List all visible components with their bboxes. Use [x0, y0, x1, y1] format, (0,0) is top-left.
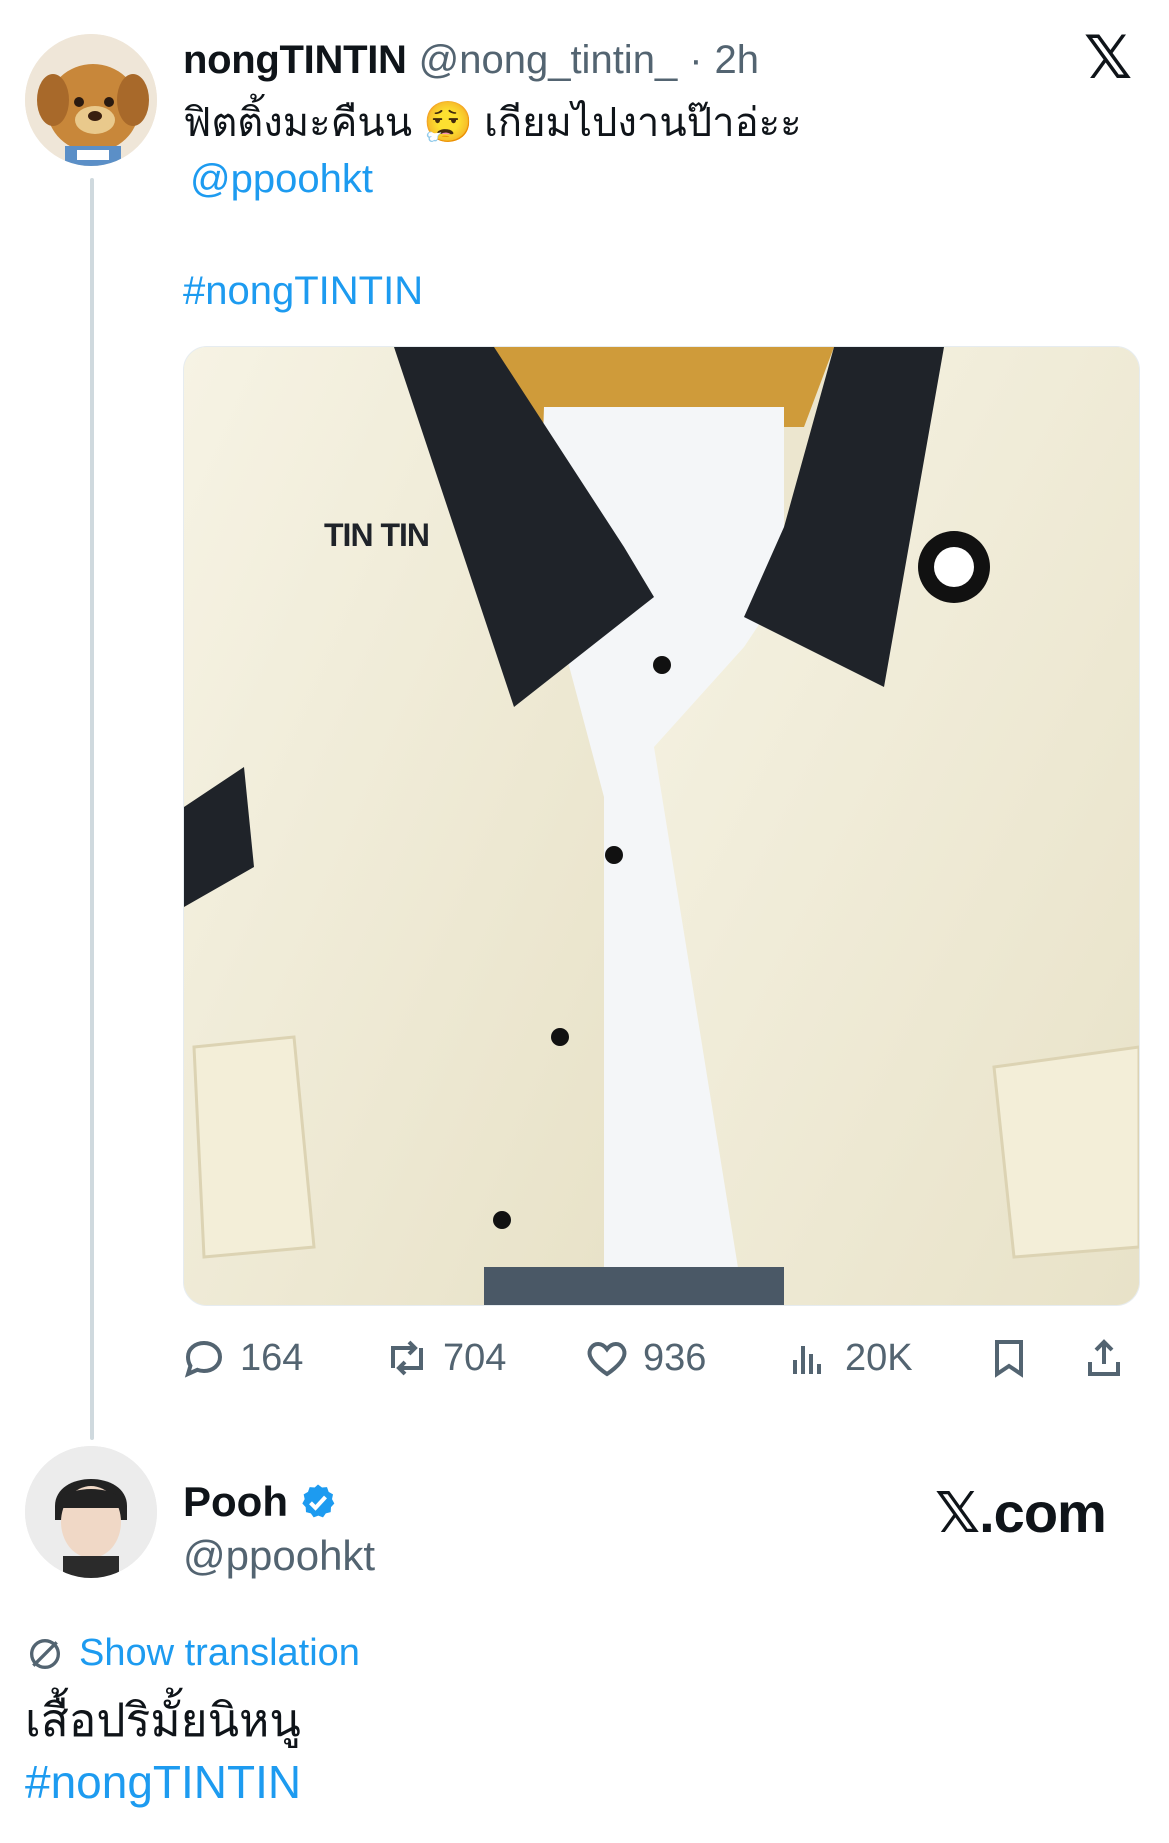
- person-avatar-icon: [25, 1446, 157, 1578]
- like-button[interactable]: 936: [583, 1330, 706, 1386]
- tweet-text: ฟิตติ้งมะคืนน 😮‍💨 เกียมไปงานป๊าอ่ะะ: [183, 94, 1123, 152]
- reply-handle[interactable]: @ppoohkt: [183, 1532, 375, 1580]
- avatar[interactable]: [25, 34, 157, 166]
- emoji: 😮‍💨: [423, 101, 474, 145]
- reply-button[interactable]: 164: [180, 1330, 303, 1386]
- bookmark-icon: [995, 1340, 1023, 1378]
- bookmark-button[interactable]: [985, 1330, 1033, 1386]
- reply-display-name[interactable]: Pooh: [183, 1478, 288, 1526]
- x-logo-icon[interactable]: 𝕏: [1080, 28, 1136, 88]
- tweet-media[interactable]: TIN TIN: [183, 346, 1140, 1306]
- hashtag-link[interactable]: #nongTINTIN: [183, 262, 423, 320]
- handle[interactable]: @nong_tintin_: [419, 38, 678, 83]
- views-button[interactable]: 20K: [785, 1330, 913, 1386]
- tweet-text-line1: ฟิตติ้งมะคืนน: [183, 101, 413, 145]
- verified-badge-icon: [302, 1484, 335, 1518]
- reply-text: เสื้อปริมั้ยนิหนู: [25, 1694, 301, 1746]
- bear-avatar-icon: [25, 34, 157, 166]
- mention-link[interactable]: @ppoohkt: [190, 150, 373, 208]
- reply-hashtag-link[interactable]: #nongTINTIN: [25, 1752, 301, 1812]
- show-translation-link[interactable]: Show translation: [25, 1632, 360, 1675]
- heart-icon: [587, 1341, 627, 1377]
- reply-count: 164: [240, 1336, 304, 1379]
- views-count: 20K: [845, 1336, 913, 1379]
- views-icon: [793, 1346, 821, 1374]
- share-icon: [1088, 1339, 1120, 1376]
- repost-count: 704: [443, 1336, 507, 1379]
- display-name[interactable]: nongTINTIN: [183, 38, 407, 83]
- show-translation-label: Show translation: [79, 1632, 360, 1674]
- shirt-photo: [184, 347, 1139, 1305]
- xcom-logo[interactable]: 𝕏.com: [935, 1480, 1107, 1546]
- timestamp[interactable]: 2h: [715, 38, 760, 83]
- globe-translate-icon: [30, 1638, 60, 1669]
- repost-icon: [391, 1340, 423, 1376]
- repost-button[interactable]: 704: [383, 1330, 506, 1386]
- share-button[interactable]: [1080, 1330, 1128, 1386]
- thread-line: [90, 178, 94, 1440]
- reply-avatar[interactable]: [25, 1446, 157, 1578]
- reply-icon: [184, 1340, 223, 1378]
- like-count: 936: [643, 1336, 707, 1379]
- tweet-text-line1-after: เกียมไปงานป๊าอ่ะะ: [484, 101, 802, 145]
- separator: ·: [689, 37, 703, 82]
- shirt-label: TIN TIN: [324, 517, 430, 553]
